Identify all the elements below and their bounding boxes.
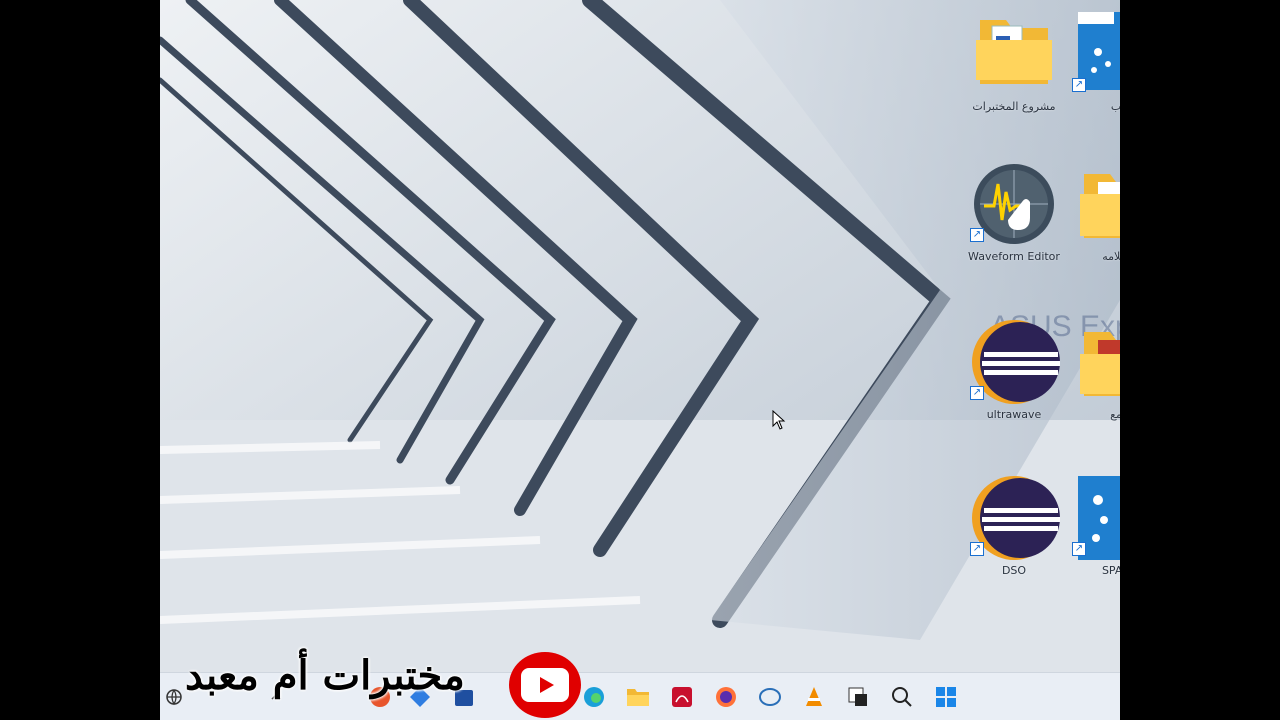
desktop-screen: ASUS Exp مشروع المختبرات ↗ ب ↗ Waveform … bbox=[160, 0, 1120, 720]
app-icon[interactable] bbox=[756, 683, 784, 711]
network-icon[interactable] bbox=[160, 683, 188, 711]
partial-folder-2[interactable]: سلامه bbox=[1066, 162, 1120, 263]
spar[interactable]: ↗ SPAR bbox=[1066, 476, 1120, 577]
eclipse-icon: ↗ bbox=[966, 320, 1062, 404]
edge-icon[interactable] bbox=[580, 683, 608, 711]
icon-label: ب bbox=[1110, 100, 1120, 113]
icon-label: ultrawave bbox=[986, 408, 1042, 421]
ultrawave[interactable]: ↗ ultrawave bbox=[964, 320, 1064, 421]
icon-label: مشروع المختبرات bbox=[972, 100, 1056, 113]
icon-label: DSO bbox=[1001, 564, 1027, 577]
icon-label: Waveform Editor bbox=[968, 250, 1060, 263]
app-icon[interactable] bbox=[844, 683, 872, 711]
folder-icon bbox=[966, 12, 1062, 96]
eclipse-icon: ↗ bbox=[966, 476, 1062, 560]
dso[interactable]: ↗ DSO bbox=[964, 476, 1064, 577]
app-icon: ↗ bbox=[1068, 12, 1120, 96]
folder-icon bbox=[1068, 162, 1120, 246]
partial-folder-3[interactable]: مع bbox=[1066, 320, 1120, 421]
search-icon[interactable] bbox=[888, 683, 916, 711]
shortcut-arrow-icon: ↗ bbox=[970, 228, 984, 242]
firefox-icon[interactable] bbox=[712, 683, 740, 711]
waveform-icon: ↗ bbox=[966, 162, 1062, 246]
waveform-editor[interactable]: ↗ Waveform Editor bbox=[964, 162, 1064, 263]
file-explorer-icon[interactable] bbox=[624, 683, 652, 711]
folder-icon bbox=[1068, 320, 1120, 404]
youtube-logo-icon bbox=[509, 652, 581, 718]
icon-label: سلامه bbox=[1102, 250, 1120, 263]
shortcut-arrow-icon: ↗ bbox=[970, 542, 984, 556]
channel-brand-text: مختبرات أم معبد bbox=[185, 652, 465, 699]
icon-label: SPAR bbox=[1101, 564, 1120, 577]
lab-project-folder[interactable]: مشروع المختبرات bbox=[964, 12, 1064, 113]
shortcut-arrow-icon: ↗ bbox=[1072, 542, 1086, 556]
mouse-cursor-icon bbox=[772, 409, 786, 434]
icon-label: مع bbox=[1110, 408, 1120, 421]
shortcut-arrow-icon: ↗ bbox=[970, 386, 984, 400]
start-icon[interactable] bbox=[932, 683, 960, 711]
vlc-icon[interactable] bbox=[800, 683, 828, 711]
app-icon: ↗ bbox=[1068, 476, 1120, 566]
partial-app-top[interactable]: ↗ ب bbox=[1066, 12, 1120, 113]
shortcut-arrow-icon: ↗ bbox=[1072, 78, 1086, 92]
acrobat-icon[interactable] bbox=[668, 683, 696, 711]
